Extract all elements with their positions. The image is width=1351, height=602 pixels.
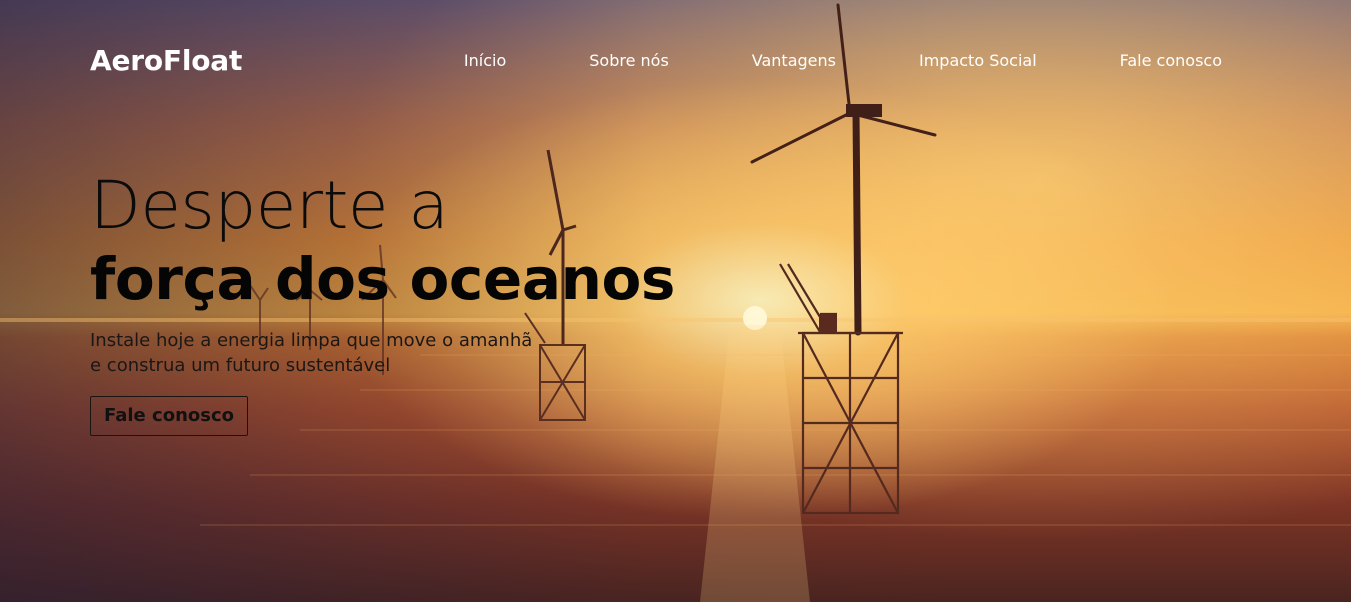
nav-item-fale-conosco[interactable]: Fale conosco bbox=[1120, 51, 1222, 70]
contact-cta-button[interactable]: Fale conosco bbox=[90, 396, 248, 436]
hero-subtitle-line-2: e construa um futuro sustentável bbox=[90, 355, 391, 376]
hero-headline-second-line: força dos oceanos bbox=[90, 245, 676, 313]
main-menu: Início Sobre nós Vantagens Impacto Socia… bbox=[464, 51, 1222, 70]
nav-item-inicio[interactable]: Início bbox=[464, 51, 506, 70]
brand-logo[interactable]: AeroFloat bbox=[90, 44, 242, 77]
hero-subtitle: Instale hoje a energia limpa que move o … bbox=[90, 328, 675, 378]
hero-section: AeroFloat Início Sobre nós Vantagens Imp… bbox=[0, 0, 1351, 602]
hero-content: Desperte a força dos oceanos Instale hoj… bbox=[90, 170, 675, 436]
hero-headline-first-line: Desperte a bbox=[90, 167, 449, 244]
nav-item-impacto-social[interactable]: Impacto Social bbox=[919, 51, 1037, 70]
nav-item-vantagens[interactable]: Vantagens bbox=[752, 51, 836, 70]
top-navigation: AeroFloat Início Sobre nós Vantagens Imp… bbox=[90, 40, 1222, 80]
hero-subtitle-line-1: Instale hoje a energia limpa que move o … bbox=[90, 330, 533, 351]
nav-item-sobre-nos[interactable]: Sobre nós bbox=[589, 51, 669, 70]
